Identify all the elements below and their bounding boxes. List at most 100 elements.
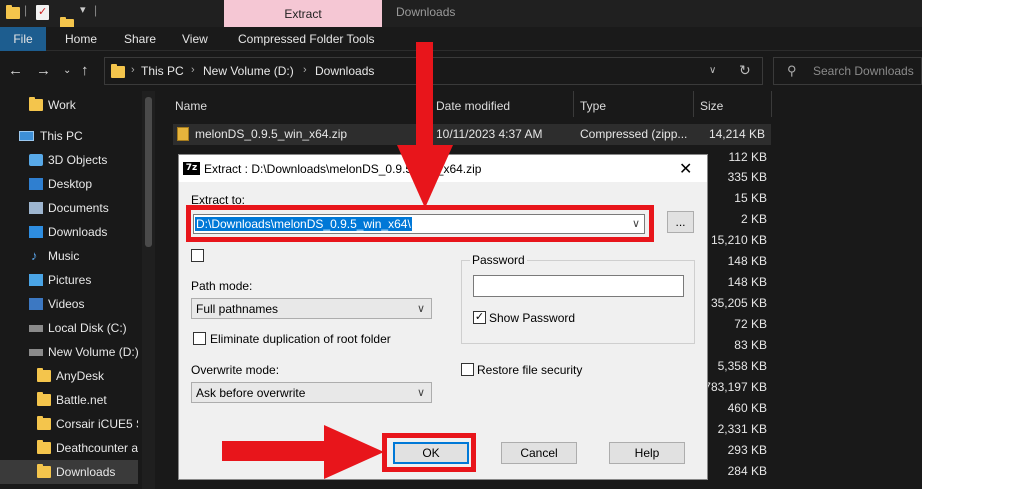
properties-icon[interactable]: ✓	[36, 5, 49, 20]
show-password-checkbox[interactable]: ✓	[473, 311, 486, 324]
column-header-name[interactable]: Name	[175, 99, 207, 113]
sidebar-item-local-disk-c[interactable]: Local Disk (C:)	[0, 316, 138, 340]
sidebar-item-music[interactable]: ♪ Music	[0, 244, 138, 268]
pictures-icon	[29, 274, 43, 286]
chevron-down-icon: ∨	[416, 303, 425, 315]
sidebar-item-videos[interactable]: Videos	[0, 292, 138, 316]
back-arrow-icon[interactable]: ←	[8, 62, 23, 79]
file-type: Compressed (zipp...	[580, 127, 688, 141]
table-row[interactable]: melonDS_0.9.5_win_x64.zip 10/11/2023 4:3…	[173, 124, 771, 145]
tab-compressed-folder-tools[interactable]: Compressed Folder Tools	[238, 27, 375, 51]
sidebar-item-label: Pictures	[48, 273, 92, 287]
restore-security-label: Restore file security	[477, 363, 583, 377]
sidebar-item-new-volume-d[interactable]: New Volume (D:)	[0, 340, 138, 364]
restore-security-checkbox[interactable]	[461, 363, 474, 376]
navigation-pane: Work This PC 3D Objects Desktop Document…	[0, 91, 155, 489]
breadcrumb-downloads[interactable]: Downloads	[315, 64, 374, 78]
unnamed-checkbox[interactable]	[191, 249, 204, 262]
breadcrumb-this-pc[interactable]: This PC	[141, 64, 184, 78]
highlight-extract-path-box	[186, 205, 654, 242]
folder-icon	[37, 464, 51, 478]
sidebar-item-downloads[interactable]: Downloads	[0, 220, 138, 244]
sidebar-item-label: Local Disk (C:)	[48, 321, 127, 335]
title-bar: | ✓ ▾ | Extract Downloads	[0, 0, 922, 31]
column-divider[interactable]	[573, 91, 574, 117]
folder-icon	[37, 392, 51, 406]
sidebar-item-documents[interactable]: Documents	[0, 196, 138, 220]
sidebar-item-label: Work	[48, 98, 76, 112]
password-label: Password	[470, 253, 527, 267]
3d-objects-icon	[29, 154, 43, 166]
overwrite-mode-select[interactable]: Ask before overwrite ∨	[191, 382, 432, 403]
cancel-button[interactable]: Cancel	[501, 442, 577, 464]
sidebar-item-downloads-folder[interactable]: Downloads	[0, 460, 138, 484]
refresh-icon[interactable]: ↻	[739, 62, 751, 79]
folder-icon	[29, 97, 43, 111]
chevron-right-icon: ›	[191, 64, 195, 76]
chevron-down-icon: ∨	[416, 387, 425, 399]
forward-arrow-icon[interactable]: →	[36, 62, 51, 79]
sidebar-item-pictures[interactable]: Pictures	[0, 268, 138, 292]
column-header-size[interactable]: Size	[700, 99, 723, 113]
browse-button[interactable]: ...	[667, 211, 694, 233]
computer-icon	[19, 131, 34, 141]
sidebar-item-deathcounter[interactable]: Deathcounter a	[0, 436, 138, 460]
overwrite-mode-label: Overwrite mode:	[191, 363, 280, 377]
downloads-icon	[29, 226, 43, 238]
extract-context-tab[interactable]: Extract	[224, 0, 382, 27]
sidebar-item-this-pc[interactable]: This PC	[0, 124, 138, 148]
separator-icon: |	[24, 3, 28, 17]
right-arrow-icon	[222, 425, 384, 479]
recent-locations-icon[interactable]: ⌄	[63, 65, 71, 76]
sidebar-item-label: Music	[48, 249, 80, 263]
videos-icon	[29, 298, 43, 310]
path-mode-value: Full pathnames	[196, 302, 279, 316]
sidebar-item-3d-objects[interactable]: 3D Objects	[0, 148, 138, 172]
tab-home[interactable]: Home	[65, 27, 97, 51]
nav-scrollbar-thumb[interactable]	[145, 97, 152, 247]
sidebar-item-label: 3D Objects	[48, 153, 108, 167]
nav-scrollbar[interactable]	[142, 91, 155, 489]
sidebar-item-label: AnyDesk	[56, 369, 105, 383]
music-icon: ♪	[31, 248, 38, 263]
folder-icon	[111, 64, 125, 78]
sidebar-item-label: Desktop	[48, 177, 93, 191]
7zip-logo-icon: 7z	[183, 162, 200, 175]
sidebar-item-label: Deathcounter a	[56, 441, 138, 455]
folder-icon	[6, 5, 20, 19]
help-button[interactable]: Help	[609, 442, 685, 464]
highlight-ok-box	[382, 433, 476, 472]
customize-qat-icon[interactable]: ▾	[80, 3, 86, 16]
breadcrumb-new-volume[interactable]: New Volume (D:)	[203, 64, 294, 78]
sidebar-item-label: Documents	[48, 201, 109, 215]
column-divider[interactable]	[771, 91, 772, 117]
eliminate-duplication-checkbox[interactable]	[193, 332, 206, 345]
up-arrow-icon[interactable]: ↑	[81, 62, 89, 79]
column-divider[interactable]	[693, 91, 694, 117]
documents-icon	[29, 202, 43, 214]
password-input[interactable]	[473, 275, 684, 297]
path-mode-label: Path mode:	[191, 279, 253, 293]
sidebar-item-label: New Volume (D:)	[48, 345, 138, 359]
tab-share[interactable]: Share	[124, 27, 156, 51]
drive-icon	[29, 325, 43, 332]
chevron-down-icon[interactable]: ∨	[709, 65, 716, 76]
file-size: 14,214 KB	[708, 127, 765, 141]
path-mode-select[interactable]: Full pathnames ∨	[191, 298, 432, 319]
sidebar-item-battle-net[interactable]: Battle.net	[0, 388, 138, 412]
down-arrow-icon	[397, 42, 453, 208]
chevron-right-icon: ›	[303, 64, 307, 76]
sidebar-item-corsair[interactable]: Corsair iCUE5 S	[0, 412, 138, 436]
password-group	[461, 260, 695, 344]
close-icon[interactable]: ✕	[679, 159, 692, 179]
sidebar-item-anydesk[interactable]: AnyDesk	[0, 364, 138, 388]
tab-view[interactable]: View	[182, 27, 208, 51]
show-password-label: Show Password	[489, 311, 576, 325]
sidebar-item-work[interactable]: Work	[0, 93, 138, 117]
column-header-type[interactable]: Type	[580, 99, 606, 113]
sidebar-item-desktop[interactable]: Desktop	[0, 172, 138, 196]
search-input[interactable]: ⚲ Search Downloads	[773, 57, 922, 85]
search-placeholder: Search Downloads	[813, 64, 914, 78]
sidebar-item-label: Corsair iCUE5 S	[56, 417, 138, 431]
tab-file[interactable]: File	[0, 27, 46, 51]
